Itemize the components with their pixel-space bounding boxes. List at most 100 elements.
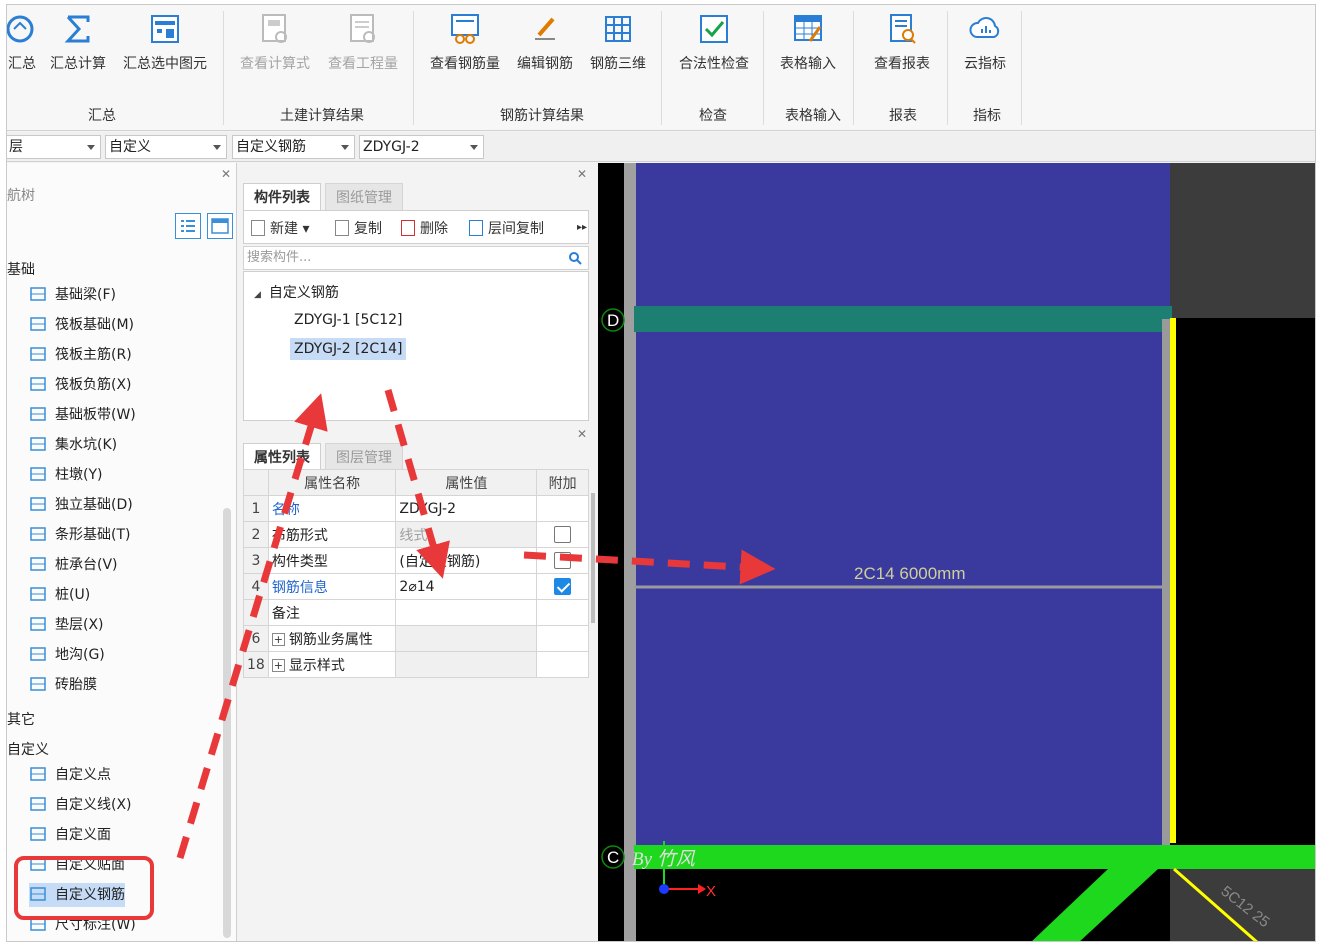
tree-root[interactable]: ◢ 自定义钢筋 (254, 282, 339, 302)
tree-item[interactable]: 砖胎膜 (29, 673, 97, 697)
floor-select[interactable]: 层 (7, 135, 101, 159)
drawing-canvas[interactable]: 2C14 6000mm 5C12 25 D C X By 竹风 (598, 163, 1315, 941)
copy-button[interactable]: 复制 (335, 218, 382, 238)
prop-value-layout-field[interactable]: 线式 (395, 521, 538, 548)
prop-name: 钢筋信息 (267, 573, 397, 600)
chevron-down-icon (470, 145, 478, 150)
table-input-button[interactable]: 表格输入 (773, 13, 843, 73)
tree-item[interactable]: 独立基础(D) (29, 493, 133, 517)
ribbon: 汇总 汇总计算 汇总选中图元 查看计算式 查看工程量 查看钢筋量 编辑钢筋 钢筋… (7, 5, 1315, 131)
view-quantity-button[interactable]: 查看工程量 (323, 13, 403, 73)
detail-view-button[interactable] (207, 213, 233, 239)
table-row[interactable]: 2 布筋形式 线式 (243, 521, 589, 548)
ucs-x-label: X (706, 883, 716, 900)
component-item[interactable]: ZDYGJ-1 [5C12] (294, 312, 402, 328)
component-icon (29, 585, 47, 603)
table-row[interactable]: 18 + 显示样式 (243, 651, 589, 678)
navigation-tree-panel: ✕ 航树 基础 基础梁(F) 筏板基础(M) 筏板主筋(R) 筏板负筋(X) 基础板带(… (7, 163, 237, 941)
summary-selected-button[interactable]: 汇总选中图元 (117, 13, 213, 73)
list-view-button[interactable] (175, 213, 201, 239)
tree-item[interactable]: 基础梁(F) (29, 283, 116, 307)
prop-value-remark-field[interactable] (395, 599, 538, 626)
tree-item[interactable]: 柱墩(Y) (29, 463, 102, 487)
group-summary-label: 汇总 (88, 108, 116, 124)
floor-copy-button[interactable]: 层间复制 (469, 218, 544, 238)
tree-item[interactable]: 自定义面 (29, 823, 111, 847)
tab-drawing-manage[interactable]: 图纸管理 (325, 183, 403, 211)
tab-property-list[interactable]: 属性列表 (243, 443, 321, 471)
close-icon[interactable]: ✕ (577, 167, 587, 181)
type-select[interactable]: 自定义钢筋 (232, 135, 355, 159)
attach-checkbox[interactable] (554, 552, 572, 569)
category-select[interactable]: 自定义 (105, 135, 227, 159)
tree-item[interactable]: 筏板主筋(R) (29, 343, 132, 367)
tree-item[interactable]: 筏板基础(M) (29, 313, 134, 337)
rebar-3d-button[interactable]: 钢筋三维 (585, 13, 651, 73)
view-report-button[interactable]: 查看报表 (867, 13, 937, 73)
tree-item[interactable]: 自定义线(X) (29, 793, 132, 817)
close-icon[interactable]: ✕ (221, 167, 231, 181)
prop-group-display-style[interactable]: + 显示样式 (267, 651, 397, 678)
header-num (243, 469, 269, 496)
tree-item[interactable]: 筏板负筋(X) (29, 373, 132, 397)
category-custom[interactable]: 自定义 (7, 739, 49, 759)
summary-button[interactable]: 汇总 (7, 13, 47, 73)
floor-copy-icon (469, 220, 483, 236)
grid-icon (211, 218, 229, 234)
prop-name: 构件类型 (267, 547, 397, 574)
delete-button[interactable]: 删除 (401, 218, 448, 238)
component-icon (29, 795, 47, 813)
tree-item[interactable]: 基础板带(W) (29, 403, 136, 427)
rebar-view-icon (449, 13, 481, 45)
table-row[interactable]: 5 备注 (243, 599, 589, 626)
component-icon (29, 915, 47, 933)
search-icon (569, 252, 582, 265)
prop-value-name-field[interactable]: ZDYGJ-2 (395, 495, 538, 522)
component-item-selected[interactable]: ZDYGJ-2 [2C14] (290, 338, 407, 360)
edit-rebar-button[interactable]: 编辑钢筋 (513, 13, 577, 73)
chevron-down-icon (341, 145, 349, 150)
attach-checkbox[interactable] (554, 526, 572, 543)
chevron-down-icon (213, 145, 221, 150)
tree-item-custom-rebar[interactable]: 自定义钢筋 (29, 883, 125, 907)
list-icon (181, 220, 195, 232)
tree-item[interactable]: 自定义贴面 (29, 853, 125, 877)
tree-item[interactable]: 桩承台(V) (29, 553, 118, 577)
tree-item[interactable]: 条形基础(T) (29, 523, 130, 547)
scrollbar[interactable] (591, 493, 595, 623)
panel-title: 航树 (7, 188, 35, 204)
new-button[interactable]: 新建 ▾ (251, 218, 309, 238)
tree-item[interactable]: 垫层(X) (29, 613, 104, 637)
tree-item[interactable]: 自定义点 (29, 763, 111, 787)
category-other[interactable]: 其它 (7, 709, 35, 729)
component-icon (29, 765, 47, 783)
tab-component-list[interactable]: 构件列表 (243, 183, 321, 211)
category-foundation[interactable]: 基础 (7, 259, 35, 279)
more-icon[interactable]: ▸▸ (577, 222, 587, 233)
report-icon (886, 13, 918, 45)
left-wall (624, 163, 636, 941)
tree-item[interactable]: 尺寸标注(W) (29, 913, 136, 937)
table-row[interactable]: 6 + 钢筋业务属性 (243, 625, 589, 652)
validity-check-button[interactable]: 合法性检查 (671, 13, 757, 73)
component-select[interactable]: ZDYGJ-2 (359, 135, 484, 159)
tab-layer-manage[interactable]: 图层管理 (325, 443, 403, 471)
cloud-index-button[interactable]: 云指标 (955, 13, 1015, 73)
table-row[interactable]: 3 构件类型 (自定义钢筋) (243, 547, 589, 574)
prop-group-rebar-business[interactable]: + 钢筋业务属性 (267, 625, 397, 652)
summary-calc-button[interactable]: 汇总计算 (47, 13, 109, 73)
table-row[interactable]: 1 名称 ZDYGJ-2 (243, 495, 589, 522)
view-formula-button[interactable]: 查看计算式 (235, 13, 315, 73)
attach-checkbox-checked[interactable] (554, 578, 572, 595)
table-row[interactable]: 4 钢筋信息 2⌀14 (243, 573, 589, 600)
scrollbar[interactable] (223, 508, 231, 938)
tree-item[interactable]: 集水坑(K) (29, 433, 117, 457)
tree-item[interactable]: 桩(U) (29, 583, 90, 607)
tree-item[interactable]: 地沟(G) (29, 643, 105, 667)
prop-value-type-field[interactable]: (自定义钢筋) (395, 547, 538, 574)
prop-value-rebar-field[interactable]: 2⌀14 (395, 573, 538, 600)
component-search-input[interactable]: 搜索构件... (243, 246, 589, 270)
close-icon[interactable]: ✕ (577, 427, 587, 441)
view-rebar-button[interactable]: 查看钢筋量 (425, 13, 505, 73)
group-index-label: 指标 (973, 108, 1001, 124)
